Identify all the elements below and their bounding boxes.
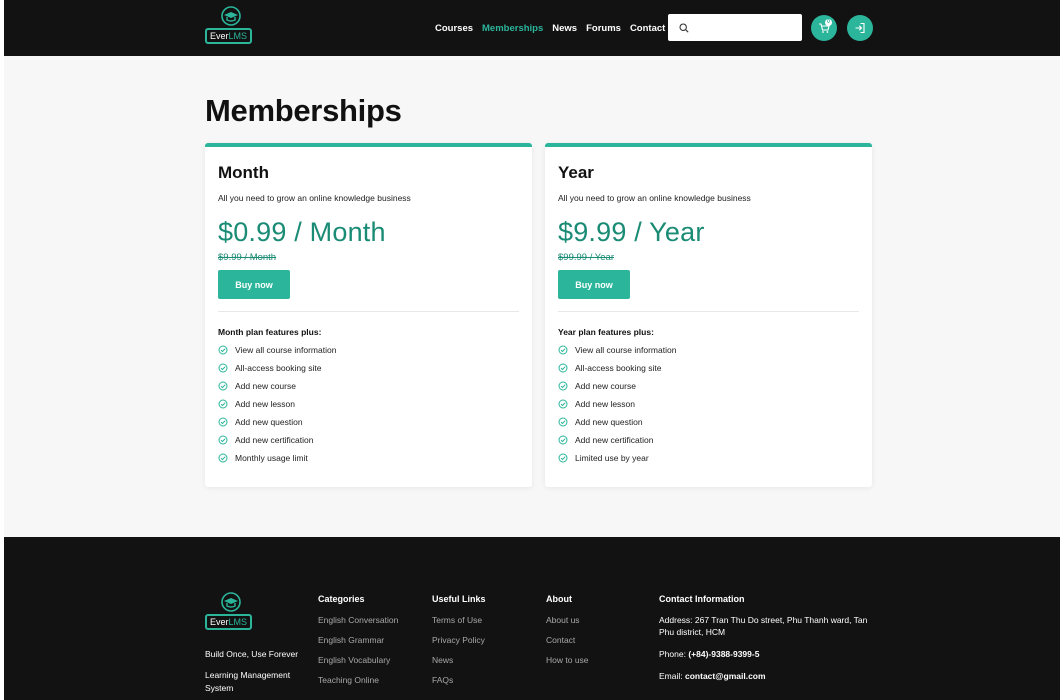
footer-heading: Useful Links — [432, 594, 486, 604]
footer-link[interactable]: Contact — [546, 635, 589, 655]
feature-item: Add new lesson — [218, 395, 519, 413]
check-circle-icon — [218, 363, 228, 373]
feature-item: Add new lesson — [558, 395, 859, 413]
feature-item: Add new question — [558, 413, 859, 431]
footer-link[interactable]: Teaching Online — [318, 675, 398, 695]
plan-old-price: $99.99 / Year — [558, 252, 614, 263]
nav-memberships[interactable]: Memberships — [482, 23, 543, 34]
feature-item: View all course information — [558, 341, 859, 359]
page-title: Memberships — [205, 93, 402, 128]
feature-item: Add new course — [218, 377, 519, 395]
feature-item: All-access booking site — [218, 359, 519, 377]
check-circle-icon — [218, 381, 228, 391]
nav-news[interactable]: News — [552, 23, 577, 34]
features-title: Month plan features plus: — [218, 327, 322, 337]
search-input[interactable] — [695, 22, 795, 33]
footer-link[interactable]: English Conversation — [318, 615, 398, 635]
buy-now-button[interactable]: Buy now — [218, 270, 290, 299]
feature-item: Add new course — [558, 377, 859, 395]
check-circle-icon — [558, 453, 568, 463]
check-circle-icon — [558, 399, 568, 409]
contact-email[interactable]: Email: contact@gmail.com — [659, 670, 874, 682]
check-circle-icon — [218, 399, 228, 409]
feature-item: View all course information — [218, 341, 519, 359]
footer-useful-links: Useful Links Terms of Use Privacy Policy… — [432, 594, 486, 695]
footer-contact: Contact Information Address: 267 Tran Th… — [659, 594, 874, 692]
plan-card-month: Month All you need to grow an online kno… — [205, 143, 532, 487]
footer-link[interactable]: About us — [546, 615, 589, 635]
check-circle-icon — [558, 363, 568, 373]
footer-subtitle: Learning Management System — [205, 670, 291, 693]
feature-item: Limited use by year — [558, 449, 859, 467]
footer-link[interactable]: Privacy Policy — [432, 635, 486, 655]
main-nav: Courses Memberships News Forums Contact … — [435, 0, 680, 56]
check-circle-icon — [218, 435, 228, 445]
footer-heading: Categories — [318, 594, 365, 604]
header-logo[interactable]: EverLMS — [205, 6, 253, 44]
nav-courses[interactable]: Courses — [435, 23, 473, 34]
feature-item: Add new certification — [558, 431, 859, 449]
footer-tagline: Build Once, Use Forever — [205, 649, 299, 659]
nav-forums[interactable]: Forums — [586, 23, 621, 34]
feature-list: View all course information All-access b… — [218, 341, 519, 467]
contact-phone: Phone: (+84)-9388-9399-5 — [659, 649, 760, 659]
footer-link[interactable]: News — [432, 655, 486, 675]
footer-categories: Categories English Conversation English … — [318, 594, 398, 695]
cart-button[interactable]: 0 — [811, 15, 837, 41]
feature-list: View all course information All-access b… — [558, 341, 859, 467]
footer-heading: Contact Information — [659, 594, 745, 604]
check-circle-icon — [218, 417, 228, 427]
divider — [218, 311, 519, 312]
login-button[interactable] — [847, 15, 873, 41]
feature-item: All-access booking site — [558, 359, 859, 377]
footer-heading: About — [546, 594, 572, 604]
check-circle-icon — [558, 345, 568, 355]
logo-wordmark: EverLMS — [205, 614, 253, 630]
footer-link[interactable]: English Vocabulary — [318, 655, 398, 675]
plan-name: Month — [218, 163, 269, 182]
contact-address: Address: 267 Tran Thu Do street, Phu Tha… — [659, 615, 868, 637]
login-icon — [855, 22, 865, 34]
features-title: Year plan features plus: — [558, 327, 654, 337]
divider — [558, 311, 859, 312]
cart-count-badge: 0 — [825, 19, 832, 26]
footer-about: About About us Contact How to use — [546, 594, 589, 675]
check-circle-icon — [558, 417, 568, 427]
search-box — [668, 14, 802, 41]
footer-link[interactable]: How to use — [546, 655, 589, 675]
buy-now-button[interactable]: Buy now — [558, 270, 630, 299]
plan-price: $0.99 / Month — [218, 217, 386, 247]
check-circle-icon — [218, 345, 228, 355]
plan-price: $9.99 / Year — [558, 217, 705, 247]
site-header: EverLMS Courses Memberships News Forums … — [4, 0, 1060, 56]
check-circle-icon — [218, 453, 228, 463]
check-circle-icon — [558, 381, 568, 391]
feature-item: Monthly usage limit — [218, 449, 519, 467]
site-footer: EverLMS Build Once, Use Forever Learning… — [4, 537, 1060, 700]
check-circle-icon — [558, 435, 568, 445]
graduation-cap-icon — [220, 6, 241, 26]
main-content: Memberships Month All you need to grow a… — [4, 56, 1060, 537]
plan-name: Year — [558, 163, 594, 182]
footer-link[interactable]: FAQs — [432, 675, 486, 695]
feature-item: Add new question — [218, 413, 519, 431]
footer-link[interactable]: Terms of Use — [432, 615, 486, 635]
logo-wordmark: EverLMS — [205, 28, 253, 44]
footer-link[interactable]: English Grammar — [318, 635, 398, 655]
plan-card-year: Year All you need to grow an online know… — [545, 143, 872, 487]
plan-description: All you need to grow an online knowledge… — [558, 193, 751, 203]
feature-item: Add new certification — [218, 431, 519, 449]
plan-description: All you need to grow an online knowledge… — [218, 193, 411, 203]
plan-old-price: $9.99 / Month — [218, 252, 277, 263]
footer-logo[interactable]: EverLMS — [205, 592, 253, 630]
search-icon[interactable] — [679, 22, 689, 33]
graduation-cap-icon — [220, 592, 241, 612]
